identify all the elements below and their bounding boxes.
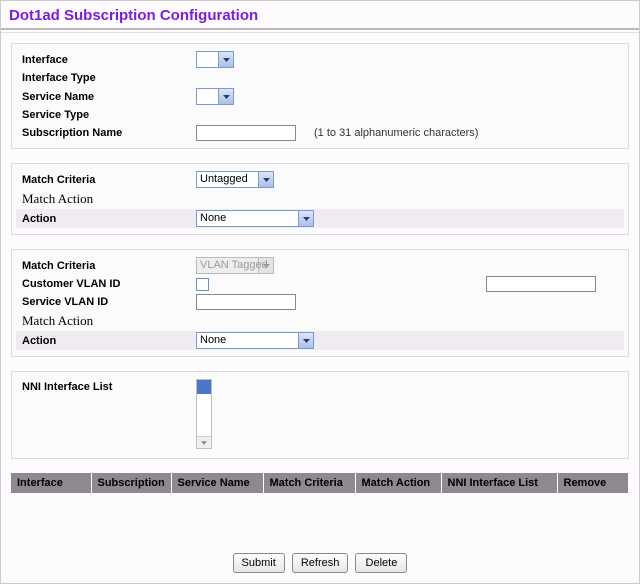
panel-match-1: Match Criteria Untagged Match Action Act… bbox=[11, 163, 629, 235]
customer-vlan-label: Customer VLAN ID bbox=[16, 278, 196, 290]
listbox-thumb bbox=[197, 380, 211, 394]
customer-vlan-checkbox[interactable] bbox=[196, 278, 209, 291]
dropdown-arrow-icon bbox=[298, 211, 313, 226]
interface-type-label: Interface Type bbox=[16, 72, 196, 84]
service-vlan-label: Service VLAN ID bbox=[16, 296, 196, 308]
match-criteria-1-label: Match Criteria bbox=[16, 174, 196, 186]
listbox-down-icon bbox=[197, 436, 211, 448]
action-1-label: Action bbox=[16, 213, 196, 225]
col-interface: Interface bbox=[11, 473, 91, 493]
dropdown-arrow-icon bbox=[298, 333, 313, 348]
match-criteria-2-label: Match Criteria bbox=[16, 260, 196, 272]
customer-vlan-input[interactable] bbox=[486, 276, 596, 292]
panel-basic: Interface Interface Type Service Name bbox=[11, 43, 629, 149]
delete-button[interactable]: Delete bbox=[355, 553, 407, 573]
match-criteria-2-select: VLAN Tagged bbox=[196, 257, 274, 274]
service-type-label: Service Type bbox=[16, 109, 196, 121]
service-vlan-input[interactable] bbox=[196, 294, 296, 310]
subscription-name-label: Subscription Name bbox=[16, 127, 196, 139]
col-service-name: Service Name bbox=[171, 473, 263, 493]
dropdown-arrow-icon bbox=[258, 172, 273, 187]
table-header-row: Interface Subscription Service Name Matc… bbox=[11, 473, 629, 493]
match-action-2-heading: Match Action bbox=[16, 311, 624, 331]
subscriptions-table: Interface Subscription Service Name Matc… bbox=[11, 473, 629, 493]
panel-match-2: Match Criteria VLAN Tagged Customer VLAN… bbox=[11, 249, 629, 357]
action-2-select[interactable]: None bbox=[196, 332, 314, 349]
nni-listbox[interactable] bbox=[196, 379, 212, 449]
action-1-select[interactable]: None bbox=[196, 210, 314, 227]
subscription-name-input[interactable] bbox=[196, 125, 296, 141]
col-nni-list: NNI Interface List bbox=[441, 473, 557, 493]
refresh-button[interactable]: Refresh bbox=[292, 553, 349, 573]
col-remove: Remove bbox=[557, 473, 629, 493]
col-match-action: Match Action bbox=[355, 473, 441, 493]
panel-nni: NNI Interface List bbox=[11, 371, 629, 459]
service-name-select[interactable] bbox=[196, 88, 234, 105]
submit-button[interactable]: Submit bbox=[233, 553, 285, 573]
col-match-criteria: Match Criteria bbox=[263, 473, 355, 493]
dropdown-arrow-icon bbox=[218, 52, 233, 67]
service-name-label: Service Name bbox=[16, 91, 196, 103]
match-action-1-heading: Match Action bbox=[16, 189, 624, 209]
nni-label: NNI Interface List bbox=[16, 379, 196, 393]
dropdown-arrow-icon bbox=[218, 89, 233, 104]
page-title: Dot1ad Subscription Configuration bbox=[9, 7, 631, 24]
action-2-label: Action bbox=[16, 335, 196, 347]
interface-label: Interface bbox=[16, 54, 196, 66]
subscription-name-hint: (1 to 31 alphanumeric characters) bbox=[314, 127, 478, 139]
col-subscription: Subscription bbox=[91, 473, 171, 493]
interface-select[interactable] bbox=[196, 51, 234, 68]
match-criteria-1-select[interactable]: Untagged bbox=[196, 171, 274, 188]
